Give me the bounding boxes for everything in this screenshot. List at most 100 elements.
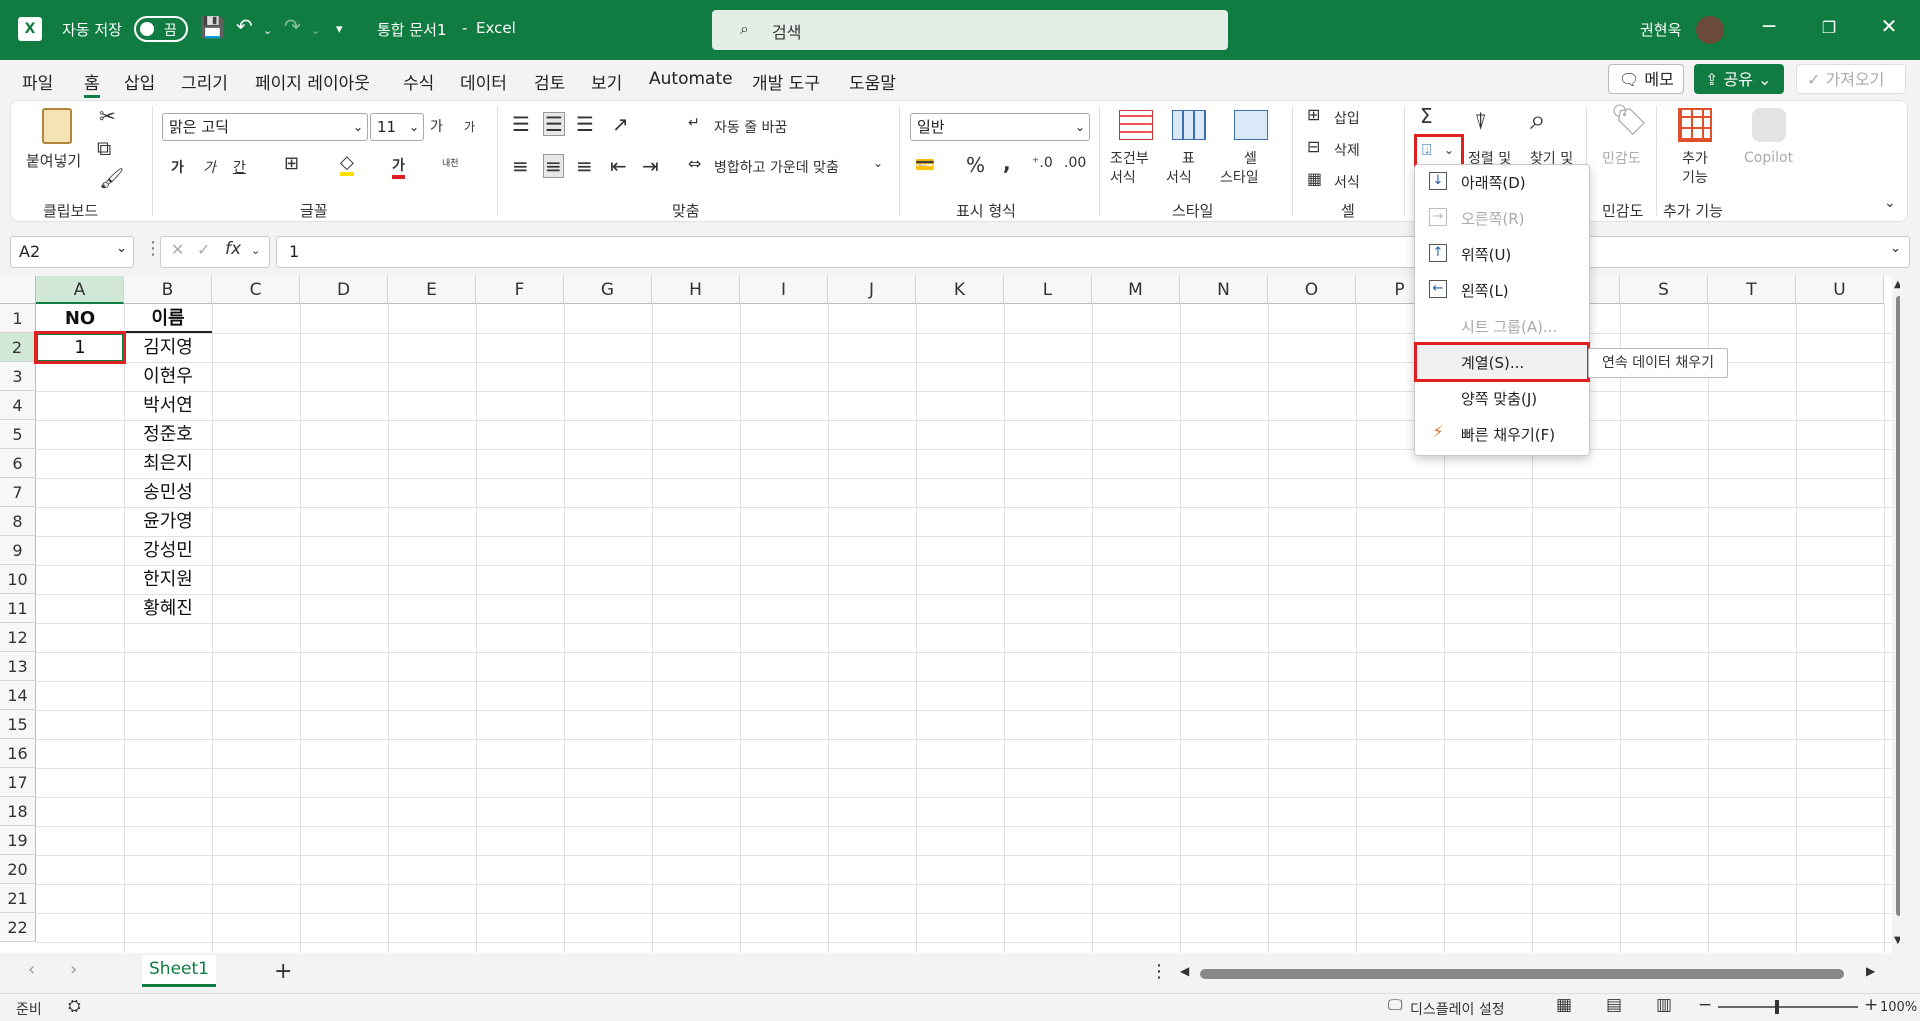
- underline-button[interactable]: 간: [233, 157, 246, 177]
- menu-item-fill-up[interactable]: ↑ 위쪽(U): [1415, 237, 1589, 271]
- shrink-font-button[interactable]: 가: [464, 118, 475, 135]
- vertical-scrollbar[interactable]: ▲ ▼: [1892, 276, 1900, 953]
- number-format-select[interactable]: 일반 ⌄: [910, 113, 1090, 141]
- formula-input[interactable]: 1 ⌄: [276, 236, 1910, 268]
- tab-file[interactable]: 파일: [22, 69, 53, 94]
- col-header-D[interactable]: D: [300, 276, 388, 304]
- select-all-button[interactable]: [0, 276, 36, 304]
- row-header-21[interactable]: 21: [0, 884, 36, 913]
- row-header-8[interactable]: 8: [0, 507, 36, 536]
- row-header-17[interactable]: 17: [0, 768, 36, 797]
- tab-home[interactable]: 홈: [84, 69, 100, 98]
- tab-view[interactable]: 보기: [591, 69, 622, 94]
- row-header-5[interactable]: 5: [0, 420, 36, 449]
- cell-B5[interactable]: 정준호: [124, 420, 212, 449]
- col-header-K[interactable]: K: [916, 276, 1004, 304]
- format-as-table-icon[interactable]: [1172, 110, 1206, 140]
- normal-view-icon[interactable]: ▦: [1556, 997, 1572, 1014]
- add-sheet-button[interactable]: +: [274, 961, 292, 983]
- col-header-H[interactable]: H: [652, 276, 740, 304]
- minimize-icon[interactable]: ─: [1754, 14, 1784, 38]
- col-header-E[interactable]: E: [388, 276, 476, 304]
- orientation-icon[interactable]: ↗: [612, 114, 629, 134]
- align-bottom-icon[interactable]: ☰: [576, 114, 594, 134]
- paste-icon[interactable]: [42, 108, 72, 144]
- cell-B4[interactable]: 박서연: [124, 391, 212, 420]
- undo-dropdown-icon[interactable]: ⌄: [263, 24, 272, 37]
- format-painter-icon[interactable]: 🖌: [99, 168, 124, 188]
- restore-icon[interactable]: ❐: [1814, 18, 1844, 37]
- cell-B1[interactable]: 이름: [124, 304, 212, 333]
- row-header-16[interactable]: 16: [0, 739, 36, 768]
- cell-B3[interactable]: 이현우: [124, 362, 212, 391]
- col-header-M[interactable]: M: [1092, 276, 1180, 304]
- align-top-icon[interactable]: ☰: [512, 114, 530, 134]
- cell-styles-icon[interactable]: [1234, 110, 1268, 140]
- row-header-10[interactable]: 10: [0, 565, 36, 594]
- menu-item-justify[interactable]: 양쪽 맞춤(J): [1415, 381, 1589, 415]
- customize-qat-icon[interactable]: ▾: [336, 22, 343, 37]
- font-color-button[interactable]: 가: [392, 155, 405, 179]
- next-sheet-icon[interactable]: ›: [70, 961, 77, 979]
- insert-function-button[interactable]: fx: [225, 241, 241, 258]
- name-box[interactable]: A2 ⌄: [10, 236, 134, 268]
- scroll-right-icon[interactable]: ▶: [1866, 965, 1875, 977]
- find-select-icon[interactable]: ⌕: [1530, 106, 1546, 134]
- tab-developer[interactable]: 개발 도구: [752, 69, 820, 94]
- increase-decimal-icon[interactable]: ⁺.0: [1032, 156, 1053, 170]
- zoom-out-icon[interactable]: −: [1698, 997, 1712, 1014]
- wrap-text-button[interactable]: 자동 줄 바꿈: [714, 117, 787, 137]
- cell-B8[interactable]: 윤가영: [124, 507, 212, 536]
- cut-icon[interactable]: ✂: [99, 106, 116, 126]
- menu-item-fill-down[interactable]: ↓ 아래쪽(D): [1415, 165, 1589, 199]
- align-middle-icon[interactable]: ☰: [543, 112, 565, 136]
- conditional-format-icon[interactable]: [1119, 110, 1153, 140]
- format-cells-button[interactable]: 서식: [1334, 172, 1360, 192]
- scroll-up-icon[interactable]: ▲: [1894, 280, 1900, 290]
- scroll-down-icon[interactable]: ▼: [1894, 936, 1900, 946]
- display-settings-button[interactable]: 디스플레이 설정: [1410, 999, 1505, 1019]
- cell-B11[interactable]: 황혜진: [124, 594, 212, 623]
- col-header-O[interactable]: O: [1268, 276, 1356, 304]
- row-header-13[interactable]: 13: [0, 652, 36, 681]
- zoom-slider[interactable]: [1718, 1006, 1858, 1008]
- row-header-12[interactable]: 12: [0, 623, 36, 652]
- avatar[interactable]: [1696, 16, 1724, 44]
- scroll-left-icon[interactable]: ◀: [1180, 965, 1189, 977]
- share-button[interactable]: ⇪ 공유 ⌄: [1694, 64, 1784, 94]
- cell-styles-label2[interactable]: 스타일: [1220, 167, 1259, 187]
- cell-B7[interactable]: 송민성: [124, 478, 212, 507]
- insert-cells-button[interactable]: 삽입: [1334, 108, 1360, 128]
- row-header-22[interactable]: 22: [0, 913, 36, 942]
- row-header-4[interactable]: 4: [0, 391, 36, 420]
- undo-icon[interactable]: ↶: [236, 14, 253, 38]
- percent-icon[interactable]: %: [966, 155, 985, 175]
- row-header-9[interactable]: 9: [0, 536, 36, 565]
- cell-B2[interactable]: 김지영: [124, 333, 212, 362]
- accessibility-icon[interactable]: ⛭: [68, 998, 81, 1014]
- tab-automate[interactable]: Automate: [649, 69, 733, 89]
- col-header-A[interactable]: A: [36, 276, 124, 304]
- user-name[interactable]: 권현욱: [1640, 19, 1681, 40]
- chevron-down-icon[interactable]: ⌄: [873, 156, 883, 170]
- cell-B10[interactable]: 한지원: [124, 565, 212, 594]
- cell-B9[interactable]: 강성민: [124, 536, 212, 565]
- more-options-icon[interactable]: ⋮: [1150, 963, 1168, 981]
- prev-sheet-icon[interactable]: ‹: [28, 961, 35, 979]
- format-as-table-label2[interactable]: 서식: [1166, 167, 1192, 187]
- autosum-icon[interactable]: Σ: [1420, 106, 1433, 126]
- tab-formulas[interactable]: 수식: [403, 69, 434, 94]
- align-center-icon[interactable]: ≡: [543, 154, 564, 178]
- zoom-slider-handle[interactable]: [1775, 1000, 1779, 1014]
- align-left-icon[interactable]: ≡: [512, 156, 529, 176]
- tab-insert[interactable]: 삽입: [124, 69, 155, 94]
- sheet-tab-sheet1[interactable]: Sheet1: [142, 955, 216, 987]
- col-header-F[interactable]: F: [476, 276, 564, 304]
- row-header-1[interactable]: 1: [0, 304, 36, 333]
- save-icon[interactable]: 💾: [200, 15, 225, 39]
- page-break-view-icon[interactable]: ▥: [1656, 997, 1672, 1014]
- menu-item-fill-left[interactable]: ← 왼쪽(L): [1415, 273, 1589, 307]
- row-header-6[interactable]: 6: [0, 449, 36, 478]
- paste-label[interactable]: 붙여넣기: [26, 150, 81, 171]
- page-layout-view-icon[interactable]: ▤: [1606, 997, 1622, 1014]
